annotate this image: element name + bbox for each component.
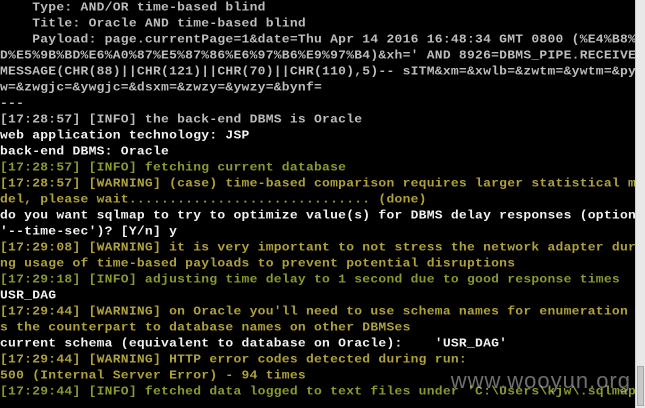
terminal-line: Type: AND/OR time-based blind <box>0 0 266 15</box>
terminal-line: [17:28:57] [INFO] the back-end DBMS is O… <box>0 112 363 127</box>
terminal-line: [17:29:44] [WARNING] on Oracle you'll ne… <box>0 304 636 319</box>
terminal-line: current schema (equivalent to database o… <box>0 336 508 351</box>
terminal-line: D%E5%9B%BD%E6%A0%87%E5%87%86%E6%97%B6%E9… <box>0 48 636 63</box>
watermark-text: www.wooyun.org <box>450 368 631 393</box>
terminal-line: del, please wait........................… <box>0 192 427 207</box>
terminal-line: [17:28:57] [WARNING] (case) time-based c… <box>0 176 636 191</box>
terminal-line: [17:29:08] [WARNING] it is very importan… <box>0 240 636 255</box>
terminal-line: Payload: page.currentPage=1&date=Thu Apr… <box>0 32 636 47</box>
terminal-line: --- <box>0 96 25 111</box>
terminal-line: web application technology: JSP <box>0 128 250 143</box>
terminal-window[interactable]: Type: AND/OR time-based blind Title: Ora… <box>0 0 636 408</box>
terminal-line: w=&zwgjc=&ywgjc=&dsxm=&zwzy=&ywzy=&bynf= <box>0 80 323 95</box>
terminal-line: back-end DBMS: Oracle <box>0 144 170 159</box>
terminal-line: do you want sqlmap to try to optimize va… <box>0 208 636 223</box>
terminal-line: MESSAGE(CHR(88)||CHR(121)||CHR(70)||CHR(… <box>0 64 636 79</box>
terminal-line: USR_DAG <box>0 288 57 303</box>
terminal-line: s the counterpart to database names on o… <box>0 320 411 335</box>
terminal-line: [17:29:44] [WARNING] HTTP error codes de… <box>0 352 467 367</box>
terminal-line: ng usage of time-based payloads to preve… <box>0 256 516 271</box>
terminal-line: Title: Oracle AND time-based blind <box>0 16 306 31</box>
terminal-line: [17:29:18] [INFO] adjusting time delay t… <box>0 272 620 287</box>
vertical-scrollbar[interactable] <box>635 0 645 408</box>
scrollbar-thumb[interactable] <box>637 366 644 406</box>
terminal-output: Type: AND/OR time-based blind Title: Ora… <box>0 0 636 400</box>
terminal-line: [17:28:57] [INFO] fetching current datab… <box>0 160 347 175</box>
terminal-line: '--time-sec')? [Y/n] y <box>0 224 178 239</box>
